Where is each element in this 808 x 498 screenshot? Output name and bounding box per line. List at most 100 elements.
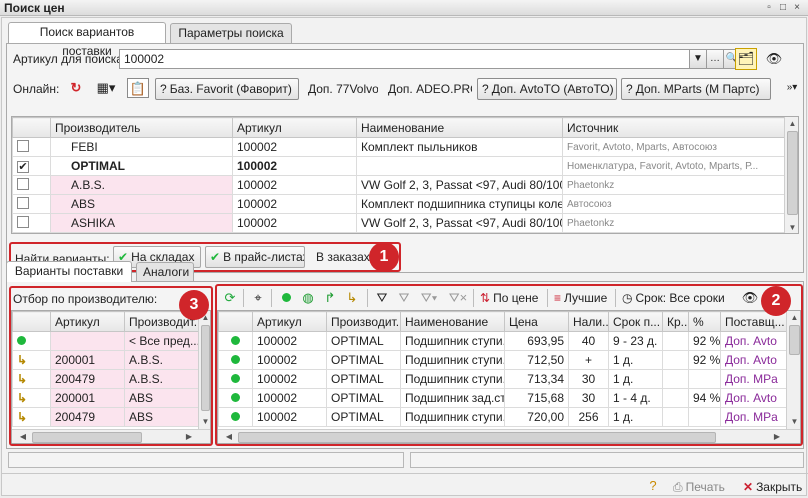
scroll-up-icon[interactable]: ▲ (787, 311, 800, 325)
table-row[interactable]: 100002 OPTIMAL Подшипник зад.ст... 715,68 30… (218, 388, 787, 408)
manufacturer-cell[interactable]: A.B.S. (50, 175, 233, 195)
filter-manufacturer-cell[interactable]: ABS (124, 407, 199, 427)
table-row[interactable]: ↳ 200479 A.B.S. (12, 369, 199, 389)
offer-article-cell[interactable]: 100002 (252, 331, 327, 351)
offers-vscrollbar[interactable]: ▲ ▼ (786, 311, 800, 429)
name-cell[interactable] (356, 156, 563, 176)
col-article[interactable]: Артикул (232, 117, 357, 138)
checkbox-icon[interactable] (17, 177, 29, 190)
name-cell[interactable]: VW Golf 2, 3, Passat <97, Audi 80/100, .… (356, 213, 563, 233)
filter-icon[interactable]: ⛛ (393, 288, 415, 308)
offer-kr-cell[interactable] (662, 369, 689, 389)
help-icon[interactable]: ? (642, 476, 664, 496)
source-cell[interactable]: Автосоюз (562, 194, 785, 214)
globe-icon[interactable]: ◍ (297, 288, 319, 308)
close-button[interactable]: ✕ Закрыть (738, 476, 806, 498)
offer-supplier-cell[interactable]: Доп. Avto (720, 388, 787, 408)
offer-pct-cell[interactable]: 94 % (688, 388, 721, 408)
checkbox-icon[interactable] (17, 196, 29, 209)
offer-qty-cell[interactable]: 30 (568, 388, 609, 408)
name-cell[interactable]: VW Golf 2, 3, Passat <97, Audi 80/100, .… (356, 175, 563, 195)
manufacturer-cell[interactable]: OPTIMAL (50, 156, 233, 176)
offer-name-cell[interactable]: Подшипник ступи... (400, 350, 505, 370)
offer-qty-cell[interactable]: 256 (568, 407, 609, 427)
offer-article-cell[interactable]: 100002 (252, 350, 327, 370)
filter-icon-cell[interactable]: ↳ (12, 407, 51, 427)
manufacturer-cell[interactable]: FEBI (50, 137, 233, 157)
table-row[interactable]: ABS 100002 Комплект подшипника ступицы кол… (12, 194, 785, 214)
row-checkbox-cell[interactable]: ✔ (12, 156, 51, 176)
offers-col-kr[interactable]: Кр... (662, 311, 689, 332)
col-manufacturer[interactable]: Производитель (50, 117, 233, 138)
refresh-online-icon[interactable]: ↻ (65, 78, 87, 98)
offer-manufacturer-cell[interactable]: OPTIMAL (326, 369, 401, 389)
online-77volvo-button[interactable]: Доп. 77Volvo (303, 78, 379, 100)
filter-hscrollbar[interactable]: ◀ ▶ (12, 429, 210, 443)
table-row[interactable]: ↳ 200479 ABS (12, 407, 199, 427)
col-name[interactable]: Наименование (356, 117, 563, 138)
offers-col-manufacturer[interactable]: Производит... (326, 311, 401, 332)
binoculars-icon[interactable]: 👁 (763, 49, 785, 69)
online-favorit-button[interactable]: ? Баз. Favorit (Фаворит) (155, 78, 299, 100)
best-button[interactable]: ≡ Лучшие (549, 287, 611, 309)
table-row[interactable]: ↳ 200001 A.B.S. (12, 350, 199, 370)
checkbox-icon[interactable] (17, 139, 29, 152)
scroll-thumb[interactable] (238, 432, 716, 443)
offer-article-cell[interactable]: 100002 (252, 407, 327, 427)
table-row[interactable]: 100002 OPTIMAL Подшипник ступи... 712,50 +1 … (218, 350, 787, 370)
manufacturer-cell[interactable]: ABS (50, 194, 233, 214)
offers-col-qty[interactable]: Нали... (568, 311, 609, 332)
offer-supplier-cell[interactable]: Доп. Avto (720, 331, 787, 351)
filter-icon-cell[interactable]: ↳ (12, 350, 51, 370)
filter-icon-cell[interactable] (12, 331, 51, 351)
minimize-icon[interactable]: ▫ (762, 1, 776, 15)
offer-kr-cell[interactable] (662, 407, 689, 427)
checkbox-checked-icon[interactable]: ✔ (17, 161, 29, 173)
offers-col-pct[interactable]: % (688, 311, 721, 332)
offer-status-cell[interactable] (218, 350, 253, 370)
arrow-down-right-icon[interactable]: ↳ (341, 288, 363, 308)
offer-kr-cell[interactable] (662, 388, 689, 408)
offers-hscrollbar[interactable]: ◀ ▶ (218, 429, 800, 443)
scroll-thumb[interactable] (789, 325, 800, 355)
offer-price-cell[interactable]: 713,34 (504, 369, 569, 389)
offer-supplier-cell[interactable]: Доп. Avto (720, 350, 787, 370)
offer-term-cell[interactable]: 1 д. (608, 369, 663, 389)
filter-article-cell[interactable]: 200001 (50, 350, 125, 370)
offer-manufacturer-cell[interactable]: OPTIMAL (326, 388, 401, 408)
checkbox-icon[interactable] (17, 215, 29, 228)
offer-status-cell[interactable] (218, 331, 253, 351)
article-cell[interactable]: 100002 (232, 175, 357, 195)
scroll-down-icon[interactable]: ▼ (787, 415, 800, 429)
term-filter-button[interactable]: ◷Срок: Все сроки ▾ (617, 287, 727, 309)
offer-pct-cell[interactable]: 92 % (688, 331, 721, 351)
close-window-icon[interactable]: × (790, 1, 804, 15)
offer-article-cell[interactable]: 100002 (252, 388, 327, 408)
row-checkbox-cell[interactable] (12, 175, 51, 195)
offer-qty-cell[interactable]: 40 (568, 331, 609, 351)
scan-icon[interactable]: ⌖ (247, 288, 269, 308)
online-mparts-button[interactable]: ? Доп. MParts (М Партс) (621, 78, 771, 100)
source-cell[interactable]: Favorit, Avtoto, Mparts, Автосоюз (562, 137, 785, 157)
offer-term-cell[interactable]: 9 - 23 д. (608, 331, 663, 351)
table-row[interactable]: A.B.S. 100002 VW Golf 2, 3, Passat <97, Au… (12, 175, 785, 195)
article-search-input[interactable]: 100002 (119, 49, 691, 69)
arrow-up-right-icon[interactable]: ↱ (319, 288, 341, 308)
source-cell[interactable]: Phaetonkz (562, 175, 785, 195)
table-row[interactable]: 100002 OPTIMAL Подшипник ступи... 713,34 30 1… (218, 369, 787, 389)
table-row[interactable]: ✔ OPTIMAL 100002 Номенклатура, Favorit, Avt… (12, 156, 785, 176)
name-cell[interactable]: Комплект подшипника ступицы колеса (356, 194, 563, 214)
offers-col-article[interactable]: Артикул (252, 311, 327, 332)
offer-manufacturer-cell[interactable]: OPTIMAL (326, 407, 401, 427)
filter-article-cell[interactable] (50, 331, 125, 351)
offer-article-cell[interactable]: 100002 (252, 369, 327, 389)
offer-name-cell[interactable]: Подшипник зад.ст... (400, 388, 505, 408)
offer-status-cell[interactable] (218, 407, 253, 427)
offer-term-cell[interactable]: 1 д. (608, 350, 663, 370)
dropdown-arrow-icon[interactable]: ▼ (689, 49, 707, 69)
offer-pct-cell[interactable]: 92 % (688, 350, 721, 370)
binoculars-icon[interactable]: 👁 (739, 288, 761, 308)
name-cell[interactable]: Комплект пыльников (356, 137, 563, 157)
filter-manufacturer-cell[interactable]: A.B.S. (124, 350, 199, 370)
scroll-up-icon[interactable]: ▲ (785, 117, 798, 131)
